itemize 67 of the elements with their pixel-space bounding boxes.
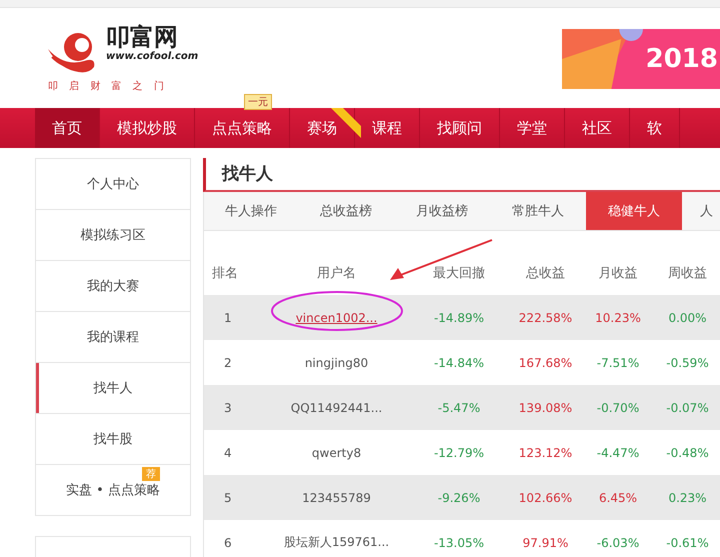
value-cell-text: -14.84%: [432, 356, 486, 370]
rank-cell-text: 4: [223, 446, 233, 460]
sidebar-item[interactable]: 荐 实盘 • 点点策略: [36, 465, 190, 515]
value-cell-text: -6.03%: [596, 536, 640, 550]
value-cell-text: 102.66%: [518, 490, 574, 504]
promo-banner[interactable]: 2018: [562, 29, 720, 89]
rank-cell-text: 2: [223, 356, 233, 370]
nav-tab[interactable]: 首页: [35, 108, 100, 148]
value-cell-text: -0.70%: [596, 400, 640, 414]
value-cell-text: -0.07%: [665, 400, 710, 414]
value-cell-text: -9.26%: [436, 490, 482, 504]
value-cell-text: -5.47%: [436, 400, 482, 414]
nav-tab[interactable]: 模拟炒股: [100, 108, 195, 148]
value-cell-text: -14.89%: [432, 310, 486, 324]
value-cell-text: 222.58%: [518, 310, 574, 324]
value-cell-text: 167.68%: [518, 356, 574, 370]
sidebar-item[interactable]: 我的大赛: [36, 261, 190, 312]
value-cell-text: -12.79%: [432, 446, 486, 460]
rank-cell-text: 1: [223, 310, 233, 324]
username-cell: ningjing80: [304, 356, 368, 370]
value-cell-text: 0.23%: [667, 490, 708, 504]
value-cell-text: -4.47%: [596, 446, 640, 460]
logo-url: www.cofool.com: [106, 51, 198, 62]
tab[interactable]: 月收益榜: [394, 192, 490, 230]
username-cell: qwerty8: [312, 446, 362, 460]
column-header: 总收益: [525, 265, 566, 282]
username-cell: 123455789: [302, 490, 371, 504]
column-header: 月收益: [598, 265, 638, 282]
value-cell-text: 10.23%: [594, 310, 642, 324]
sidebar-item[interactable]: 我的课程: [36, 312, 190, 363]
username-cell: QQ11492441...: [290, 400, 382, 414]
tab[interactable]: 人: [682, 192, 716, 230]
nav-tab[interactable]: 软: [630, 108, 680, 148]
column-header: 最大回撤: [432, 265, 486, 282]
value-cell-text: -0.61%: [665, 536, 710, 550]
value-cell-text: -0.48%: [665, 446, 710, 460]
recommend-badge: 荐: [142, 467, 160, 481]
sidebar-item[interactable]: 模拟练习区: [36, 210, 190, 261]
rank-cell-text: 3: [223, 400, 233, 414]
username-cell: 股坛新人159761...: [284, 535, 390, 549]
tab[interactable]: 牛人操作: [204, 192, 298, 230]
value-cell-text: 123.12%: [518, 446, 574, 460]
nav-tab[interactable]: 找顾问: [420, 108, 500, 148]
value-cell-text: 0.00%: [667, 310, 708, 324]
nav-tab[interactable]: 社区: [565, 108, 630, 148]
value-cell-text: -0.59%: [665, 356, 710, 370]
tab[interactable]: 总收益榜: [298, 192, 394, 230]
rank-cell-text: 5: [223, 490, 233, 504]
value-cell-text: 6.45%: [598, 490, 638, 504]
nav-tab[interactable]: 课程: [355, 108, 420, 148]
tab[interactable]: 稳健牛人: [586, 192, 682, 230]
nav-tab[interactable]: 学堂: [500, 108, 565, 148]
sidebar-item[interactable]: 找牛股: [36, 414, 190, 465]
promo-badge: 一元: [244, 94, 272, 110]
logo-title: 叩富网: [106, 23, 179, 51]
rank-cell-text: 6: [223, 536, 233, 550]
column-header: 排名: [211, 265, 239, 282]
value-cell-text: -13.05%: [432, 536, 486, 550]
column-header: 用户名: [316, 265, 357, 282]
logo-slogan: 叩 启 财 富 之 门: [48, 80, 169, 93]
value-cell-text: -7.51%: [596, 356, 640, 370]
tab[interactable]: 常胜牛人: [490, 192, 586, 230]
column-header: 周收益: [667, 265, 708, 282]
value-cell-text: 97.91%: [522, 536, 570, 550]
sidebar-item[interactable]: 找牛人: [36, 363, 190, 414]
value-cell-text: 139.08%: [518, 400, 574, 414]
sidebar-item[interactable]: 个人中心: [36, 159, 190, 210]
